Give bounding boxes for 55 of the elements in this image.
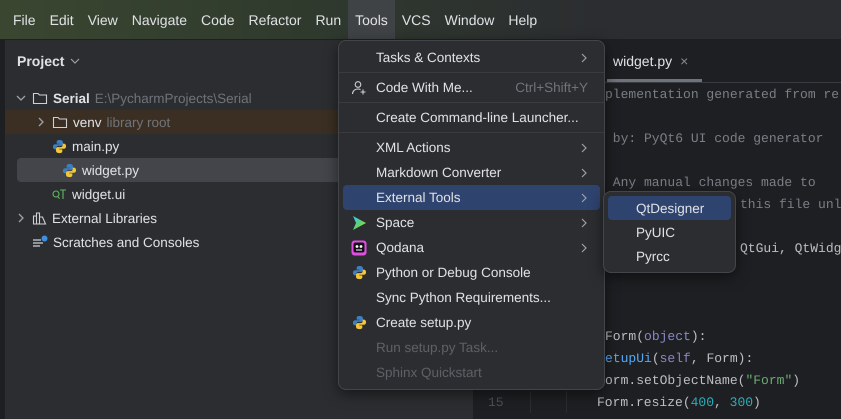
code-line: by: PyQt6 UI code generator: [612, 130, 824, 146]
code-line: plementation generated from re: [605, 86, 840, 102]
folder-icon: [52, 115, 68, 129]
code-line: etupUi(self, Form):: [605, 350, 754, 366]
menu-item[interactable]: QtDesigner: [608, 196, 731, 220]
menu-item[interactable]: External Tools: [343, 185, 600, 210]
python-icon: [352, 265, 366, 280]
menu-item[interactable]: Sync Python Requirements...: [343, 285, 600, 310]
tree-item-label: main.py: [72, 138, 120, 154]
tree-item-label: External Libraries: [52, 210, 158, 226]
menu-title[interactable]: Window: [438, 0, 502, 39]
menu-title[interactable]: Navigate: [124, 0, 194, 39]
menu-item[interactable]: Qodana: [343, 235, 600, 260]
tree-item-label: Serial: [53, 90, 90, 106]
menu-item[interactable]: Create setup.py: [343, 310, 600, 335]
code-line: orm.setObjectName("Form"): [605, 372, 800, 388]
menu-title[interactable]: File: [6, 0, 43, 39]
menu-title[interactable]: VCS: [394, 0, 438, 39]
code-line: Form(object):: [605, 328, 706, 344]
space-logo-icon: [351, 214, 367, 230]
tree-item-label: venv: [73, 114, 102, 130]
menu-item[interactable]: Space: [343, 210, 600, 235]
code-line: QtGui, QtWidg: [740, 240, 841, 256]
editor-tab[interactable]: widget.py ×: [607, 40, 702, 82]
code-line: this file unl: [740, 196, 841, 212]
scratches-icon: [32, 235, 48, 249]
menu-item[interactable]: Python or Debug Console: [343, 260, 600, 285]
menu-title[interactable]: Refactor: [242, 0, 308, 39]
qodana-logo-icon: [351, 240, 367, 256]
tree-item-label: widget.py: [82, 162, 140, 178]
code-line: Form.resize(400, 300): [597, 394, 761, 410]
tree-item-note: E:\PycharmProjects\Serial: [94, 90, 252, 106]
menu-title[interactable]: Edit: [42, 0, 81, 39]
tree-item-label: Scratches and Consoles: [53, 234, 200, 250]
folder-icon: [32, 91, 48, 105]
library-icon: [32, 211, 47, 225]
menu-item[interactable]: Code With Me... Ctrl+Shift+Y: [343, 75, 600, 100]
menu-title[interactable]: Tools: [348, 0, 395, 39]
menu-title[interactable]: Run: [308, 0, 348, 39]
panel-title[interactable]: Project: [17, 53, 64, 69]
menu-title[interactable]: View: [80, 0, 125, 39]
menu-item[interactable]: XML Actions: [343, 135, 600, 160]
menu-item[interactable]: Pyrcc: [608, 244, 731, 268]
menu-title[interactable]: Code: [194, 0, 242, 39]
menu-item[interactable]: PyUIC: [608, 220, 731, 244]
python-icon: [52, 138, 67, 154]
menu-title[interactable]: Help: [501, 0, 544, 39]
code-line: Any manual changes made to: [612, 174, 816, 190]
tree-item-label: widget.ui: [72, 186, 126, 202]
menu-item[interactable]: Tasks & Contexts: [343, 45, 600, 70]
person-add-icon: [351, 80, 367, 96]
tree-item-note: library root: [106, 114, 170, 130]
python-icon: [352, 315, 366, 330]
python-icon: [62, 162, 77, 178]
qt-file-icon: [52, 187, 67, 201]
